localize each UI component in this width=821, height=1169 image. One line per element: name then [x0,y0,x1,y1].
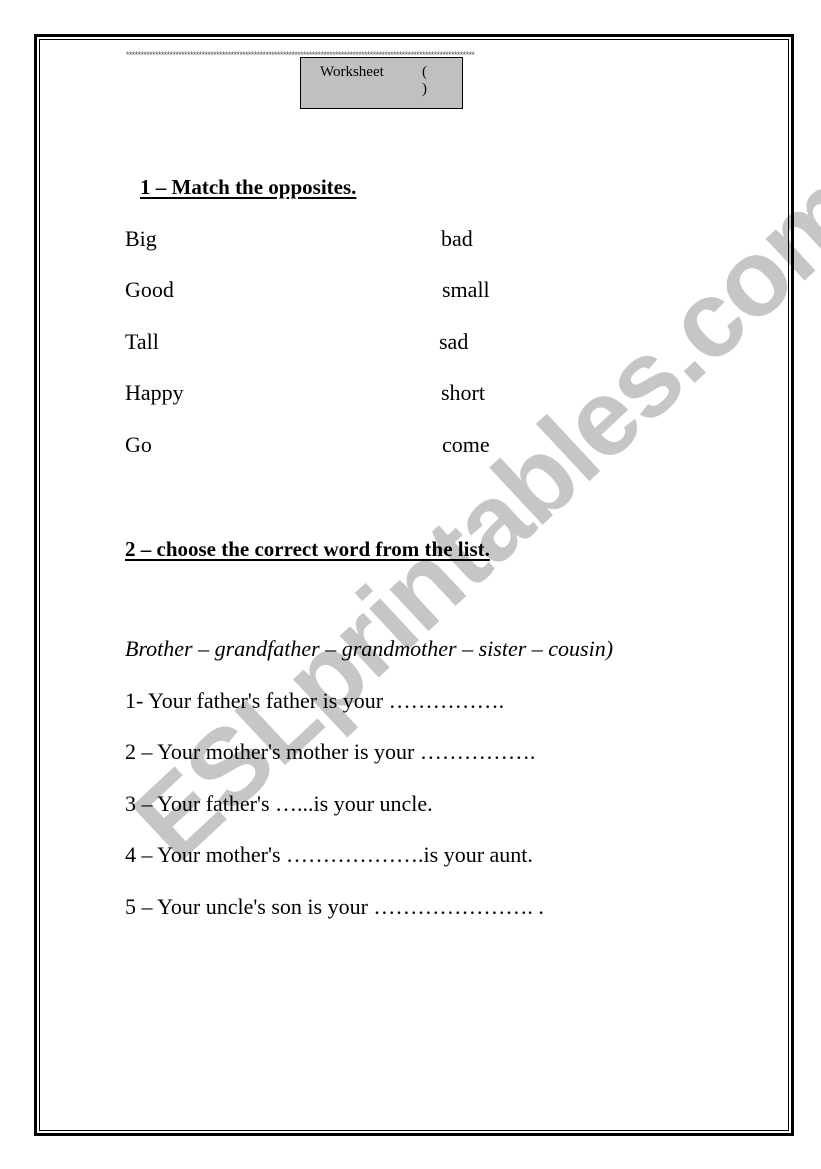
right-word: bad [441,226,473,251]
question-item: 3 – Your father's …...is your uncle. [125,791,433,816]
right-word: sad [439,329,469,354]
question-item: 2 – Your mother's mother is your ……………. [125,739,536,764]
question-item: 4 – Your mother's ……………….is your aunt. [125,842,533,867]
section2-heading: 2 – choose the correct word from the lis… [125,537,490,561]
worksheet-number: ( ) [422,64,441,97]
right-word: small [442,277,490,302]
page-border-inner [39,39,789,1131]
question-item: 5 – Your uncle's son is your …………………. . [125,894,544,919]
worksheet-label: Worksheet [320,64,384,80]
left-word: Good [125,277,174,302]
right-word: short [441,380,485,405]
question-item: 1- Your father's father is your ……………. [125,688,505,713]
left-word: Big [125,226,157,251]
left-word: Happy [125,380,184,405]
left-word: Go [125,432,152,457]
right-word: come [442,432,490,457]
worksheet-title-box: Worksheet ( ) [300,57,463,109]
word-list: Brother – grandfather – grandmother – si… [125,636,614,661]
section1-heading: 1 – Match the opposites. [140,175,357,199]
worksheet-page: ****************************************… [0,0,821,1169]
left-word: Tall [125,329,159,354]
